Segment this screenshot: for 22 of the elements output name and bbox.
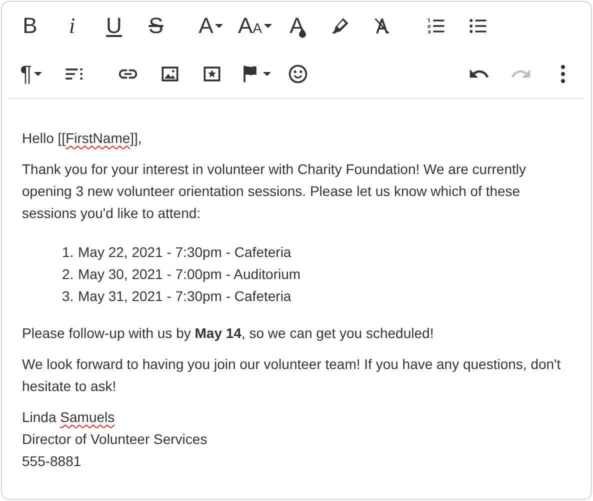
font-button[interactable]: A [189,6,233,46]
paragraph-button[interactable]: ¶ [9,54,53,94]
smiley-icon [287,63,309,85]
list-number: 2. [62,265,75,284]
paragraph: Please follow-up with us by May 14, so we can get you scheduled! [22,324,435,343]
signature-line: Director of Volunteer Services [22,430,208,449]
paragraph: Hello [[FirstName]], [22,129,143,148]
font-size-button[interactable]: AA [233,6,277,46]
paragraph: We look forward to having you join our volunteer team! If you have any questions, don't hesitate to ask! [22,355,562,396]
more-icon [561,65,565,83]
list-number: 1. [62,243,75,262]
signature-line: 555-8881 [22,452,82,471]
list-number: 3. [62,287,75,306]
list-item-text: May 30, 2021 - 7:00pm - Auditorium [78,265,301,284]
italic-button[interactable]: i [51,6,93,46]
underline-button[interactable]: U [93,6,135,46]
signature-line: Linda Samuels [22,408,115,427]
strikethrough-button[interactable]: S [135,6,177,46]
list-item-text: May 31, 2021 - 7:30pm - Cafeteria [78,287,292,306]
bold-button[interactable]: B [9,6,51,46]
paragraph: Thank you for your interest in volunteer with Charity Foundation! We are currently opening 3 new volunteer orientation sessions. Please let us know which of these sessions you'd like to attend: [22,160,527,223]
list-item-text: May 22, 2021 - 7:30pm - Cafeteria [78,243,292,262]
